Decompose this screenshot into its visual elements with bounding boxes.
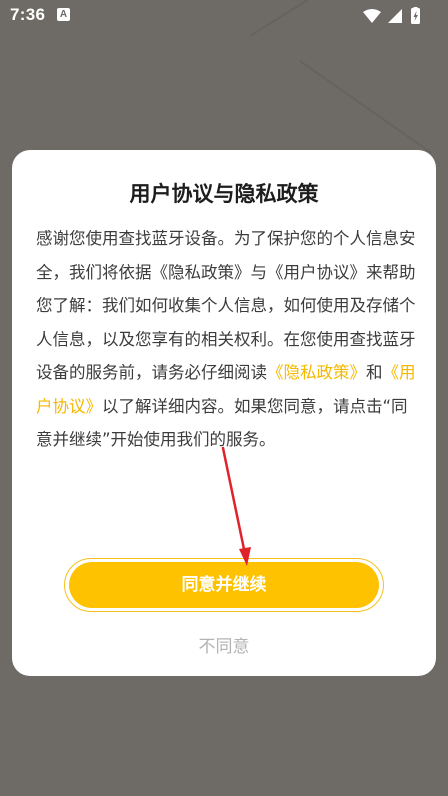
privacy-agreement-dialog: 用户协议与隐私政策 感谢您使用查找蓝牙设备。为了保护您的个人信息安全，我们将依据… — [12, 150, 436, 676]
privacy-policy-link[interactable]: 《隐私政策》 — [267, 363, 366, 382]
status-time: 7:36 — [10, 5, 46, 24]
battery-charging-icon — [411, 7, 420, 24]
dialog-title: 用户协议与隐私政策 — [129, 182, 319, 206]
agree-continue-button[interactable]: 同意并继续 — [69, 562, 379, 608]
wifi-icon — [363, 9, 381, 23]
body-intro-text: 感谢您使用查找蓝牙设备。为了保护您的个人信息安全，我们将依据《隐私政策》与《用户… — [36, 229, 416, 382]
disagree-button[interactable]: 不同意 — [12, 632, 436, 657]
notification-icon: A — [57, 8, 70, 21]
cellular-signal-icon — [388, 9, 402, 23]
body-conjunction-text: 和 — [366, 363, 383, 382]
status-icons — [362, 7, 438, 25]
dialog-body-text: 感谢您使用查找蓝牙设备。为了保护您的个人信息安全，我们将依据《隐私政策》与《用户… — [36, 222, 416, 457]
background-decoration — [299, 60, 432, 154]
status-bar: 7:36 A — [0, 0, 448, 32]
